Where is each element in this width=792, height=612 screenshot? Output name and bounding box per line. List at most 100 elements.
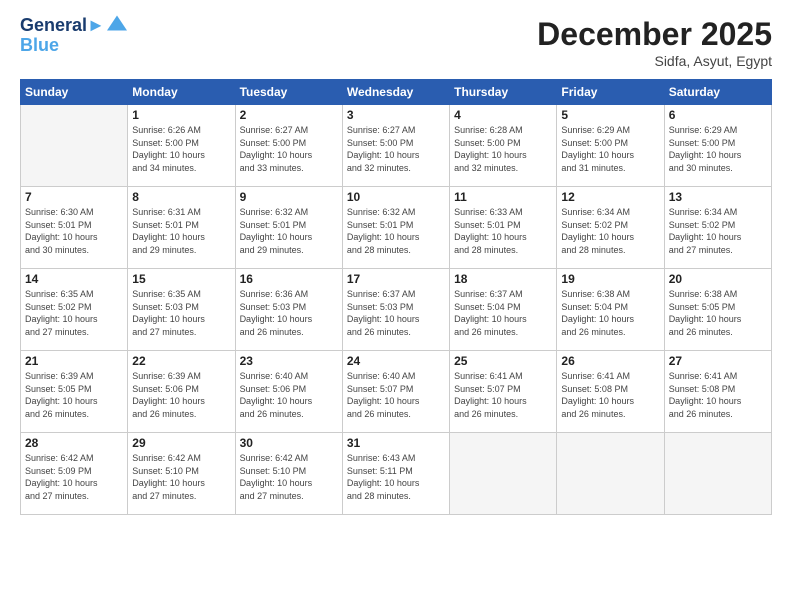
calendar-week-1: 1Sunrise: 6:26 AMSunset: 5:00 PMDaylight…: [21, 105, 772, 187]
col-saturday: Saturday: [664, 80, 771, 105]
calendar-cell: 3 Sunrise: 6:27 AMSunset: 5:00 PMDaylight…: [342, 105, 449, 187]
calendar-week-5: 28Sunrise: 6:42 AMSunset: 5:09 PMDayligh…: [21, 433, 772, 515]
calendar-cell: 31 Sunrise: 6:43 AMSunset: 5:11 PMDayligh…: [342, 433, 449, 515]
calendar-cell: 26Sunrise: 6:41 AMSunset: 5:08 PMDayligh…: [557, 351, 664, 433]
calendar-cell: 11 Sunrise: 6:33 AMSunset: 5:01 PMDayligh…: [450, 187, 557, 269]
day-info: Sunrise: 6:42 AMSunset: 5:10 PMDaylight:…: [132, 452, 230, 502]
day-info: Sunrise: 6:35 AMSunset: 5:03 PMDaylight:…: [132, 288, 230, 338]
logo-blue: ►: [87, 15, 105, 35]
calendar-cell: 29 Sunrise: 6:42 AMSunset: 5:10 PMDayligh…: [128, 433, 235, 515]
calendar-cell: 21Sunrise: 6:39 AMSunset: 5:05 PMDayligh…: [21, 351, 128, 433]
day-number: 30: [240, 436, 338, 450]
day-info: Sunrise: 6:41 AMSunset: 5:08 PMDaylight:…: [561, 370, 659, 420]
day-info: Sunrise: 6:29 AMSunset: 5:00 PMDaylight:…: [561, 124, 659, 174]
day-number: 16: [240, 272, 338, 286]
day-info: Sunrise: 6:27 AMSunset: 5:00 PMDaylight:…: [347, 124, 445, 174]
calendar-cell: 12 Sunrise: 6:34 AMSunset: 5:02 PMDayligh…: [557, 187, 664, 269]
col-monday: Monday: [128, 80, 235, 105]
calendar-cell: [450, 433, 557, 515]
day-info: Sunrise: 6:42 AMSunset: 5:10 PMDaylight:…: [240, 452, 338, 502]
day-number: 12: [561, 190, 659, 204]
day-info: Sunrise: 6:31 AMSunset: 5:01 PMDaylight:…: [132, 206, 230, 256]
day-info: Sunrise: 6:41 AMSunset: 5:08 PMDaylight:…: [669, 370, 767, 420]
day-number: 2: [240, 108, 338, 122]
calendar-cell: 16 Sunrise: 6:36 AMSunset: 5:03 PMDayligh…: [235, 269, 342, 351]
calendar-cell: 28Sunrise: 6:42 AMSunset: 5:09 PMDayligh…: [21, 433, 128, 515]
day-number: 6: [669, 108, 767, 122]
day-info: Sunrise: 6:35 AMSunset: 5:02 PMDaylight:…: [25, 288, 123, 338]
day-info: Sunrise: 6:40 AMSunset: 5:07 PMDaylight:…: [347, 370, 445, 420]
logo-text: General►: [20, 16, 105, 36]
day-number: 20: [669, 272, 767, 286]
day-info: Sunrise: 6:34 AMSunset: 5:02 PMDaylight:…: [561, 206, 659, 256]
calendar-cell: 19 Sunrise: 6:38 AMSunset: 5:04 PMDayligh…: [557, 269, 664, 351]
logo-blue-text: Blue: [20, 36, 127, 56]
day-info: Sunrise: 6:30 AMSunset: 5:01 PMDaylight:…: [25, 206, 123, 256]
calendar-cell: 10 Sunrise: 6:32 AMSunset: 5:01 PMDayligh…: [342, 187, 449, 269]
calendar-cell: 27Sunrise: 6:41 AMSunset: 5:08 PMDayligh…: [664, 351, 771, 433]
calendar-cell: 8 Sunrise: 6:31 AMSunset: 5:01 PMDaylight…: [128, 187, 235, 269]
day-number: 19: [561, 272, 659, 286]
day-number: 22: [132, 354, 230, 368]
col-wednesday: Wednesday: [342, 80, 449, 105]
calendar-cell: 15 Sunrise: 6:35 AMSunset: 5:03 PMDayligh…: [128, 269, 235, 351]
day-info: Sunrise: 6:43 AMSunset: 5:11 PMDaylight:…: [347, 452, 445, 502]
calendar-cell: 17 Sunrise: 6:37 AMSunset: 5:03 PMDayligh…: [342, 269, 449, 351]
month-title: December 2025: [537, 16, 772, 53]
calendar-cell: 14Sunrise: 6:35 AMSunset: 5:02 PMDayligh…: [21, 269, 128, 351]
day-info: Sunrise: 6:34 AMSunset: 5:02 PMDaylight:…: [669, 206, 767, 256]
col-friday: Friday: [557, 80, 664, 105]
header-row: Sunday Monday Tuesday Wednesday Thursday…: [21, 80, 772, 105]
day-info: Sunrise: 6:37 AMSunset: 5:03 PMDaylight:…: [347, 288, 445, 338]
calendar-cell: 4Sunrise: 6:28 AMSunset: 5:00 PMDaylight…: [450, 105, 557, 187]
calendar-table: Sunday Monday Tuesday Wednesday Thursday…: [20, 79, 772, 515]
calendar-cell: 5 Sunrise: 6:29 AMSunset: 5:00 PMDaylight…: [557, 105, 664, 187]
calendar-cell: [664, 433, 771, 515]
calendar-cell: 20 Sunrise: 6:38 AMSunset: 5:05 PMDayligh…: [664, 269, 771, 351]
day-info: Sunrise: 6:27 AMSunset: 5:00 PMDaylight:…: [240, 124, 338, 174]
day-number: 29: [132, 436, 230, 450]
calendar-cell: 2 Sunrise: 6:27 AMSunset: 5:00 PMDaylight…: [235, 105, 342, 187]
day-info: Sunrise: 6:40 AMSunset: 5:06 PMDaylight:…: [240, 370, 338, 420]
day-number: 7: [25, 190, 123, 204]
day-number: 8: [132, 190, 230, 204]
day-info: Sunrise: 6:26 AMSunset: 5:00 PMDaylight:…: [132, 124, 230, 174]
day-number: 31: [347, 436, 445, 450]
calendar-cell: 7 Sunrise: 6:30 AMSunset: 5:01 PMDaylight…: [21, 187, 128, 269]
title-area: December 2025 Sidfa, Asyut, Egypt: [537, 16, 772, 69]
day-info: Sunrise: 6:37 AMSunset: 5:04 PMDaylight:…: [454, 288, 552, 338]
calendar-week-4: 21Sunrise: 6:39 AMSunset: 5:05 PMDayligh…: [21, 351, 772, 433]
calendar-cell: 18 Sunrise: 6:37 AMSunset: 5:04 PMDayligh…: [450, 269, 557, 351]
calendar-week-2: 7 Sunrise: 6:30 AMSunset: 5:01 PMDaylight…: [21, 187, 772, 269]
day-info: Sunrise: 6:39 AMSunset: 5:05 PMDaylight:…: [25, 370, 123, 420]
day-number: 11: [454, 190, 552, 204]
calendar-week-3: 14Sunrise: 6:35 AMSunset: 5:02 PMDayligh…: [21, 269, 772, 351]
day-info: Sunrise: 6:39 AMSunset: 5:06 PMDaylight:…: [132, 370, 230, 420]
day-number: 5: [561, 108, 659, 122]
day-number: 17: [347, 272, 445, 286]
day-number: 24: [347, 354, 445, 368]
day-number: 9: [240, 190, 338, 204]
day-number: 18: [454, 272, 552, 286]
logo-icon: [107, 13, 127, 33]
calendar-cell: 6 Sunrise: 6:29 AMSunset: 5:00 PMDaylight…: [664, 105, 771, 187]
day-info: Sunrise: 6:38 AMSunset: 5:05 PMDaylight:…: [669, 288, 767, 338]
day-info: Sunrise: 6:29 AMSunset: 5:00 PMDaylight:…: [669, 124, 767, 174]
calendar-cell: 25 Sunrise: 6:41 AMSunset: 5:07 PMDayligh…: [450, 351, 557, 433]
day-info: Sunrise: 6:36 AMSunset: 5:03 PMDaylight:…: [240, 288, 338, 338]
day-info: Sunrise: 6:32 AMSunset: 5:01 PMDaylight:…: [240, 206, 338, 256]
day-number: 15: [132, 272, 230, 286]
page: General► Blue December 2025 Sidfa, Asyut…: [0, 0, 792, 612]
day-number: 23: [240, 354, 338, 368]
day-number: 4: [454, 108, 552, 122]
day-info: Sunrise: 6:32 AMSunset: 5:01 PMDaylight:…: [347, 206, 445, 256]
day-number: 28: [25, 436, 123, 450]
day-info: Sunrise: 6:38 AMSunset: 5:04 PMDaylight:…: [561, 288, 659, 338]
day-number: 10: [347, 190, 445, 204]
day-number: 3: [347, 108, 445, 122]
day-info: Sunrise: 6:41 AMSunset: 5:07 PMDaylight:…: [454, 370, 552, 420]
day-number: 25: [454, 354, 552, 368]
calendar-cell: [557, 433, 664, 515]
col-sunday: Sunday: [21, 80, 128, 105]
day-info: Sunrise: 6:33 AMSunset: 5:01 PMDaylight:…: [454, 206, 552, 256]
